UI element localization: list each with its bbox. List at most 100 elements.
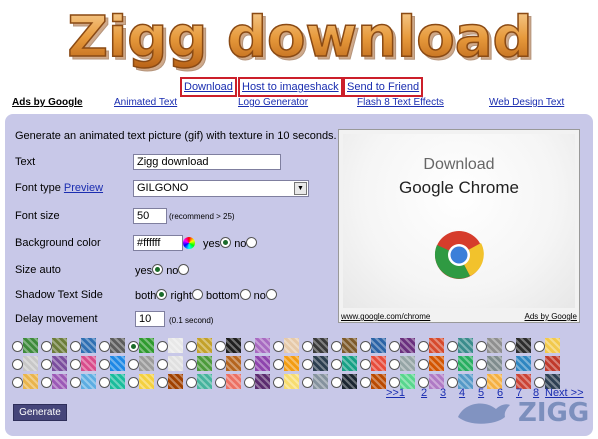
texture-swatch[interactable] [429,338,444,353]
texture-radio[interactable] [157,359,168,370]
texture-option[interactable] [447,356,473,372]
bg-no-radio[interactable] [246,237,258,248]
texture-option[interactable] [273,374,299,390]
texture-radio[interactable] [476,359,487,370]
texture-radio[interactable] [505,341,516,352]
texture-radio[interactable] [476,341,487,352]
texture-swatch[interactable] [458,356,473,371]
texture-swatch[interactable] [400,338,415,353]
texture-radio[interactable] [12,377,23,388]
texture-option[interactable] [41,356,67,372]
texture-radio[interactable] [12,359,23,370]
font-preview-link[interactable]: Preview [64,182,103,194]
texture-option[interactable] [128,356,154,372]
texture-option[interactable] [447,338,473,354]
texture-radio[interactable] [244,341,255,352]
texture-radio[interactable] [273,359,284,370]
texture-swatch[interactable] [139,356,154,371]
host-imageshack-link[interactable]: Host to imageshack [238,77,343,97]
texture-swatch[interactable] [81,356,96,371]
texture-swatch[interactable] [197,374,212,389]
texture-radio[interactable] [302,359,313,370]
texture-option[interactable] [41,338,67,354]
texture-radio[interactable] [418,359,429,370]
text-input[interactable]: Zigg download [133,154,281,170]
texture-option[interactable] [99,338,125,354]
texture-option[interactable] [70,374,96,390]
texture-radio[interactable] [41,377,52,388]
texture-swatch[interactable] [168,338,183,353]
shadow-both-radio[interactable] [156,289,168,300]
texture-swatch[interactable] [255,374,270,389]
texture-option[interactable] [476,356,502,372]
chevron-down-icon[interactable]: ▼ [294,182,307,195]
texture-radio[interactable] [534,359,545,370]
texture-swatch[interactable] [168,374,183,389]
texture-radio[interactable] [215,359,226,370]
texture-option[interactable] [331,338,357,354]
texture-option[interactable] [505,356,531,372]
texture-swatch[interactable] [23,338,38,353]
ad-link-flash-text-effects[interactable]: Flash 8 Text Effects [357,97,444,108]
bg-yes-radio[interactable] [220,237,232,248]
texture-swatch[interactable] [371,374,386,389]
texture-radio[interactable] [360,377,371,388]
texture-option[interactable] [418,356,444,372]
texture-option[interactable] [157,338,183,354]
texture-option[interactable] [186,374,212,390]
texture-radio[interactable] [128,341,139,352]
texture-swatch[interactable] [487,338,502,353]
texture-radio[interactable] [12,341,23,352]
texture-option[interactable] [244,374,270,390]
texture-option[interactable] [128,338,154,354]
texture-radio[interactable] [389,341,400,352]
texture-swatch[interactable] [226,356,241,371]
ads-by-google-link[interactable]: Ads by Google [525,312,577,321]
texture-option[interactable] [244,338,270,354]
auto-no-radio[interactable] [178,264,190,275]
texture-option[interactable] [302,356,328,372]
texture-radio[interactable] [70,341,81,352]
texture-swatch[interactable] [545,338,560,353]
texture-option[interactable] [215,374,241,390]
shadow-right-radio[interactable] [191,289,203,300]
texture-option[interactable] [534,338,560,354]
texture-swatch[interactable] [110,338,125,353]
texture-radio[interactable] [70,359,81,370]
texture-radio[interactable] [331,341,342,352]
texture-option[interactable] [360,338,386,354]
pager-first[interactable]: >>1 [386,387,405,399]
ad-url-link[interactable]: www.google.com/chrome [341,312,430,321]
texture-option[interactable] [331,374,357,390]
pager-page-2[interactable]: 2 [421,387,427,399]
download-link[interactable]: Download [180,77,237,97]
texture-swatch[interactable] [516,356,531,371]
texture-option[interactable] [41,374,67,390]
texture-swatch[interactable] [139,338,154,353]
font-select[interactable]: GILGONO ▼ [133,180,309,197]
chrome-ad-preview[interactable]: Download Google Chrome www.google.com/ch… [338,129,580,323]
texture-radio[interactable] [128,359,139,370]
send-to-friend-link[interactable]: Send to Friend [343,77,424,97]
texture-radio[interactable] [505,359,516,370]
texture-swatch[interactable] [139,374,154,389]
texture-option[interactable] [389,338,415,354]
texture-swatch[interactable] [197,356,212,371]
texture-radio[interactable] [331,359,342,370]
texture-option[interactable] [476,338,502,354]
texture-swatch[interactable] [284,356,299,371]
texture-radio[interactable] [41,359,52,370]
ad-link-logo-generator[interactable]: Logo Generator [238,97,308,108]
texture-radio[interactable] [447,359,458,370]
texture-swatch[interactable] [313,356,328,371]
texture-option[interactable] [128,374,154,390]
texture-radio[interactable] [157,377,168,388]
texture-swatch[interactable] [342,374,357,389]
shadow-no-radio[interactable] [265,289,277,300]
texture-radio[interactable] [186,377,197,388]
font-size-input[interactable]: 50 [133,208,167,224]
texture-option[interactable] [360,356,386,372]
texture-swatch[interactable] [313,374,328,389]
texture-swatch[interactable] [371,338,386,353]
texture-swatch[interactable] [429,356,444,371]
